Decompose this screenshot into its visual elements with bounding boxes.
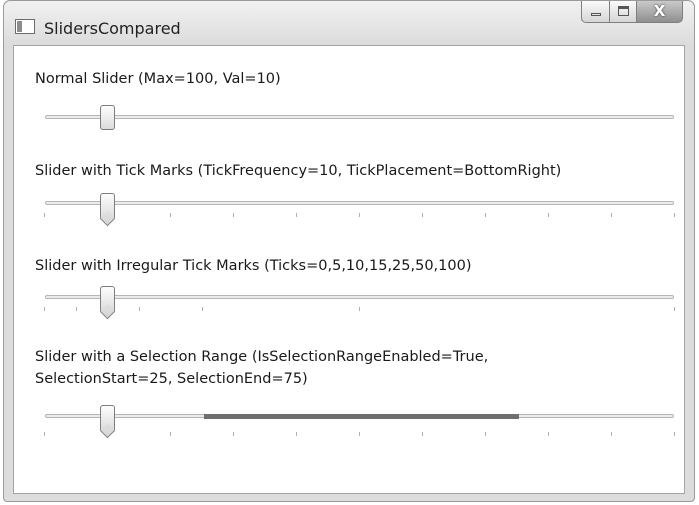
tick-mark (296, 432, 297, 436)
irregular-slider-track[interactable] (45, 295, 674, 299)
irregular-slider-label: Slider with Irregular Tick Marks (Ticks=… (35, 258, 472, 274)
tick-mark (139, 307, 140, 311)
tick-mark (44, 213, 45, 217)
tick-mark (44, 307, 45, 311)
tick-mark (359, 432, 360, 436)
caption-buttons: X (581, 1, 683, 24)
tick-mark (76, 307, 77, 311)
tick-mark (611, 213, 612, 217)
tick-mark (422, 213, 423, 217)
tick-mark (359, 307, 360, 311)
title-bar[interactable]: SlidersCompared X (4, 1, 694, 45)
tick-mark (170, 432, 171, 436)
close-button[interactable]: X (637, 1, 683, 23)
maximize-button[interactable] (610, 1, 637, 23)
tick-mark (233, 432, 234, 436)
minimize-button[interactable] (581, 1, 610, 23)
minimize-icon (591, 13, 601, 16)
close-icon: X (653, 2, 666, 20)
tick-mark (485, 213, 486, 217)
maximize-icon (618, 6, 629, 16)
app-window: SlidersCompared X Normal Slider (Max=100… (3, 0, 695, 502)
tick-mark (233, 213, 234, 217)
tick-mark (44, 432, 45, 436)
tick-mark (548, 213, 549, 217)
tick-mark (674, 213, 675, 217)
selection-range-bar (204, 414, 519, 419)
tick-mark (674, 307, 675, 311)
tick-mark (485, 432, 486, 436)
tick-slider-label: Slider with Tick Marks (TickFrequency=10… (35, 163, 562, 179)
normal-slider-thumb[interactable] (100, 105, 115, 130)
tick-mark (611, 432, 612, 436)
tick-mark (359, 213, 360, 217)
tick-mark (170, 213, 171, 217)
tick-slider-thumb[interactable] (100, 193, 115, 218)
tick-mark (202, 307, 203, 311)
normal-slider-label: Normal Slider (Max=100, Val=10) (35, 71, 281, 87)
tick-slider-track[interactable] (45, 201, 674, 205)
tick-mark (548, 432, 549, 436)
client-area: Normal Slider (Max=100, Val=10) Slider w… (13, 45, 685, 494)
selection-slider-thumb[interactable] (100, 405, 115, 430)
tick-mark (422, 432, 423, 436)
tick-mark (674, 432, 675, 436)
selection-slider-label-line2: SelectionStart=25, SelectionEnd=75) (35, 371, 308, 387)
normal-slider-track[interactable] (45, 115, 674, 119)
window-title: SlidersCompared (44, 19, 181, 38)
app-icon[interactable] (15, 19, 35, 34)
irregular-slider-thumb[interactable] (100, 286, 115, 311)
tick-mark (296, 213, 297, 217)
selection-slider-label-line1: Slider with a Selection Range (IsSelecti… (35, 349, 489, 365)
